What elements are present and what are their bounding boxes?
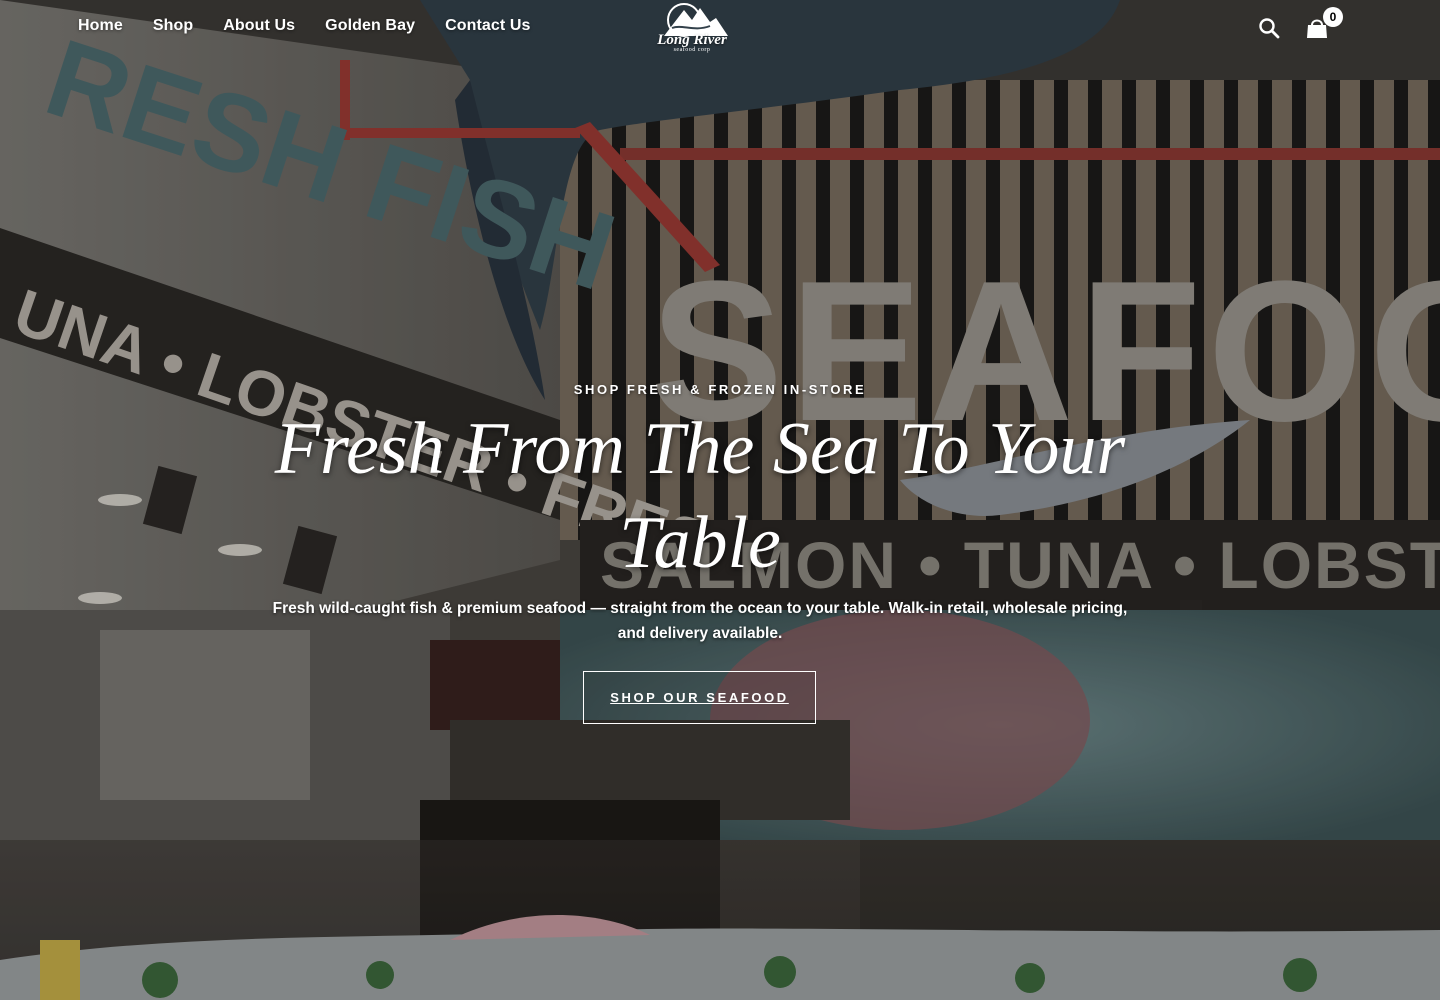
nav-item-shop: Shop bbox=[153, 17, 193, 35]
nav-link-golden-bay[interactable]: Golden Bay bbox=[325, 17, 415, 34]
nav-link-home[interactable]: Home bbox=[78, 17, 123, 34]
logo-tagline: seafood corp bbox=[673, 47, 711, 53]
shop-our-seafood-button[interactable]: SHOP OUR SEAFOOD bbox=[583, 671, 816, 724]
site-logo[interactable]: Long River seafood corp bbox=[650, 0, 734, 58]
hero-section: SHOP FRESH & FROZEN IN-STORE Fresh From … bbox=[0, 0, 1440, 1000]
cart-count-badge: 0 bbox=[1323, 7, 1343, 27]
nav-item-golden-bay: Golden Bay bbox=[325, 17, 415, 35]
search-icon bbox=[1259, 18, 1280, 39]
search-button[interactable] bbox=[1255, 14, 1285, 44]
hero-eyebrow: SHOP FRESH & FROZEN IN-STORE bbox=[573, 382, 867, 397]
main-nav: Home Shop About Us Golden Bay Contact Us bbox=[78, 17, 531, 35]
hero-headline: Fresh From The Sea To Your Table bbox=[274, 408, 1126, 584]
nav-item-about: About Us bbox=[223, 17, 295, 35]
cart-button[interactable]: 0 bbox=[1303, 7, 1343, 44]
nav-link-about[interactable]: About Us bbox=[223, 17, 295, 34]
site-header: Home Shop About Us Golden Bay Contact Us… bbox=[0, 0, 1440, 60]
hero-subtext: Fresh wild-caught fish & premium seafood… bbox=[272, 600, 1128, 642]
nav-item-contact: Contact Us bbox=[445, 17, 530, 35]
nav-item-home: Home bbox=[78, 17, 123, 35]
nav-link-contact[interactable]: Contact Us bbox=[445, 17, 530, 34]
nav-link-shop[interactable]: Shop bbox=[153, 17, 193, 34]
